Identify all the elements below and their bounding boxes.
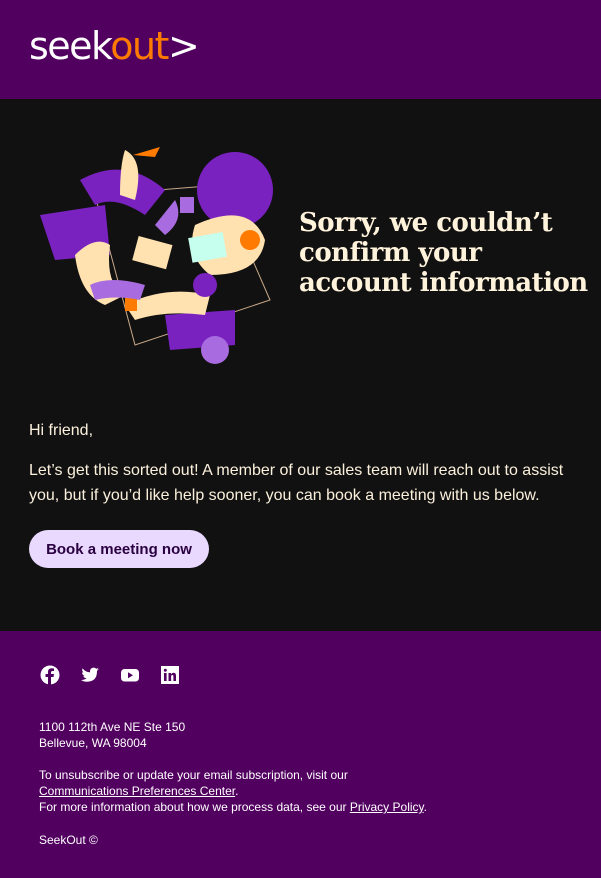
company-address: 1100 112th Ave NE Ste 150 Bellevue, WA 9…: [39, 719, 185, 751]
greeting: Hi friend,: [29, 422, 94, 439]
hero-section: Sorry, we couldn’t confirm your account …: [0, 99, 601, 631]
logo-chevron: >: [167, 24, 200, 68]
logo-out: out: [110, 24, 169, 68]
privacy-text: For more information about how we proces…: [39, 800, 347, 814]
logo-seek: seek: [29, 24, 112, 68]
message-text: Let’s get this sorted out! A member of o…: [29, 462, 564, 504]
message-content: Hi friend, Let’s get this sorted out! A …: [29, 421, 577, 568]
footer: 1100 112th Ave NE Ste 150 Bellevue, WA 9…: [0, 631, 601, 878]
linkedin-icon[interactable]: [160, 665, 180, 685]
page-title: Sorry, we couldn’t confirm your account …: [299, 208, 588, 298]
period: .: [235, 784, 239, 798]
facebook-icon[interactable]: [40, 665, 60, 685]
address-line-2: Bellevue, WA 98004: [39, 736, 147, 750]
preferences-center-link[interactable]: Communications Preferences Center: [39, 784, 235, 798]
youtube-icon[interactable]: [120, 665, 140, 685]
book-meeting-button[interactable]: Book a meeting now: [29, 530, 209, 568]
social-links: [40, 665, 180, 685]
privacy-policy-link[interactable]: Privacy Policy: [350, 800, 424, 814]
header: seekout>: [0, 0, 601, 99]
legal-text: To unsubscribe or update your email subs…: [39, 767, 427, 815]
twitter-icon[interactable]: [80, 665, 100, 685]
seekout-logo[interactable]: seekout>: [29, 24, 200, 68]
unsubscribe-text: To unsubscribe or update your email subs…: [39, 768, 348, 782]
copyright: SeekOut ©: [39, 833, 98, 847]
people-around-table-illustration: [40, 147, 273, 364]
period: .: [423, 800, 427, 814]
address-line-1: 1100 112th Ave NE Ste 150: [39, 720, 186, 734]
